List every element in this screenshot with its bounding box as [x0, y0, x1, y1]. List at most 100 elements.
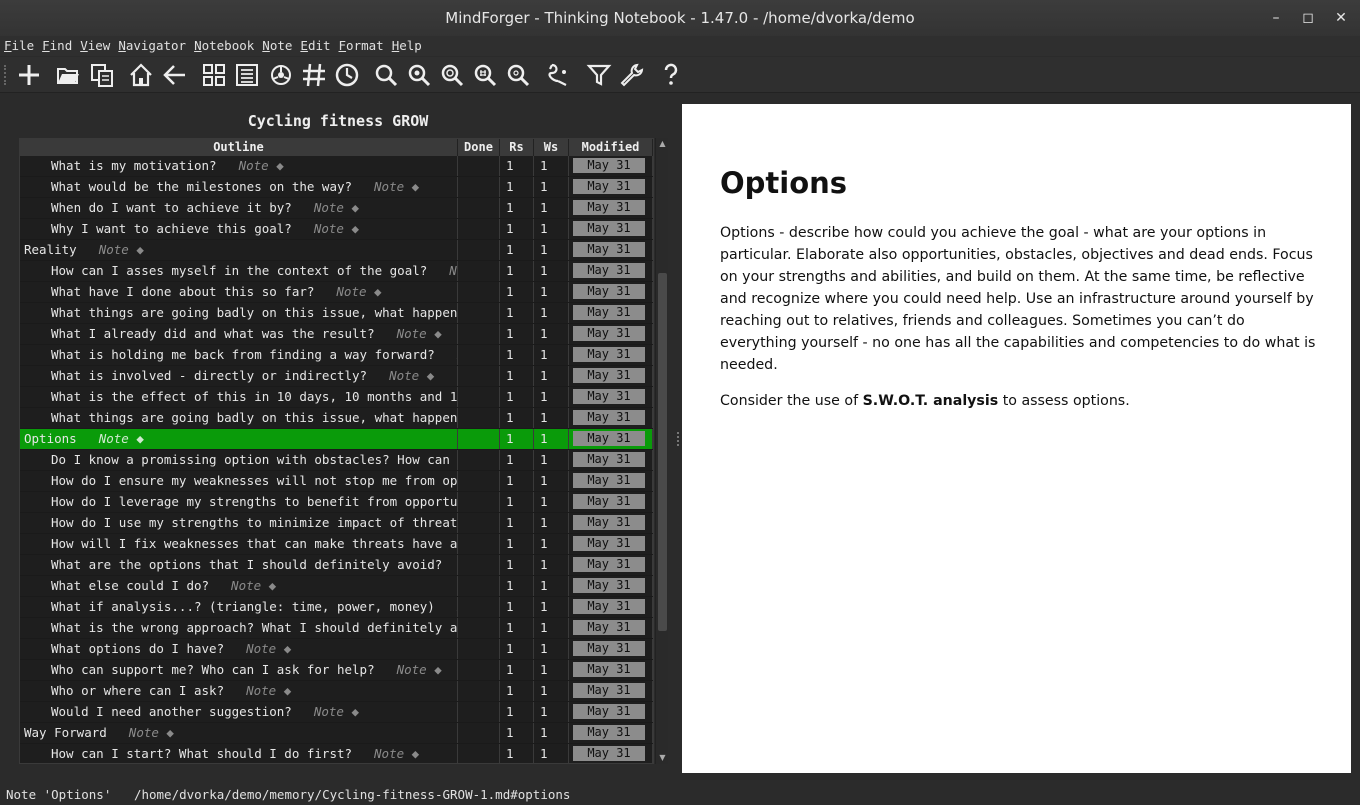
row-title-cell[interactable]: What else could I do? Note ◆: [20, 576, 458, 596]
open-folder-icon[interactable]: [54, 61, 82, 89]
menu-edit[interactable]: Edit: [296, 36, 334, 56]
menu-find[interactable]: Find: [38, 36, 76, 56]
table-row[interactable]: What is holding me back from finding a w…: [20, 345, 653, 366]
find-zoom-icon[interactable]: [405, 61, 433, 89]
menu-notebook[interactable]: Notebook: [190, 36, 258, 56]
table-row[interactable]: What things are going badly on this issu…: [20, 303, 653, 324]
network-icon[interactable]: [267, 61, 295, 89]
minimize-icon[interactable]: –: [1260, 0, 1292, 36]
close-icon[interactable]: ✕: [1325, 0, 1357, 36]
row-title-cell[interactable]: How do I ensure my weaknesses will not s…: [20, 471, 458, 491]
table-row[interactable]: Who or where can I ask? Note ◆ 1 1 May 31: [20, 681, 653, 702]
column-header-rs[interactable]: Rs: [500, 139, 534, 156]
menu-note[interactable]: Note: [258, 36, 296, 56]
table-row[interactable]: What is the wrong approach? What I shoul…: [20, 618, 653, 639]
find-icon[interactable]: [372, 61, 400, 89]
maximize-icon[interactable]: ◻: [1292, 0, 1324, 36]
row-title-cell[interactable]: What if analysis...? (triangle: time, po…: [20, 597, 458, 617]
row-title-cell[interactable]: Why I want to achieve this goal? Note ◆: [20, 219, 458, 239]
row-title-cell[interactable]: When do I want to achieve it by? Note ◆: [20, 198, 458, 218]
table-row[interactable]: What is involved - directly or indirectl…: [20, 366, 653, 387]
table-row[interactable]: Reality Note ◆ 1 1 May 31: [20, 240, 653, 261]
table-row[interactable]: What would be the milestones on the way?…: [20, 177, 653, 198]
home-icon[interactable]: [127, 61, 155, 89]
table-row[interactable]: How do I leverage my strengths to benefi…: [20, 492, 653, 513]
menu-view[interactable]: View: [76, 36, 114, 56]
column-header-done[interactable]: Done: [458, 139, 500, 156]
table-row[interactable]: What things are going badly on this issu…: [20, 408, 653, 429]
table-row[interactable]: How can I start? What should I do first?…: [20, 744, 653, 763]
row-title-cell[interactable]: What is my motivation? Note ◆: [20, 156, 458, 176]
grid-icon[interactable]: [200, 61, 228, 89]
row-title-cell[interactable]: Would I need another suggestion? Note ◆: [20, 702, 458, 722]
table-row[interactable]: Why I want to achieve this goal? Note ◆ 1 1…: [20, 219, 653, 240]
row-title-cell[interactable]: Who can support me? Who can I ask for he…: [20, 660, 458, 680]
row-title-cell[interactable]: What I already did and what was the resu…: [20, 324, 458, 344]
filter-icon[interactable]: [585, 61, 613, 89]
sync-icon[interactable]: [545, 61, 573, 89]
table-row[interactable]: What is the effect of this in 10 days, 1…: [20, 387, 653, 408]
row-title-cell[interactable]: How can I asses myself in the context of…: [20, 261, 458, 281]
back-icon[interactable]: [161, 61, 189, 89]
row-title-cell[interactable]: What is holding me back from finding a w…: [20, 345, 458, 365]
scrollbar-thumb[interactable]: [658, 273, 667, 631]
table-row[interactable]: Do I know a promissing option with obsta…: [20, 450, 653, 471]
row-title-cell[interactable]: How will I fix weaknesses that can make …: [20, 534, 458, 554]
row-title-cell[interactable]: Way Forward Note ◆: [20, 723, 458, 743]
pane-splitter[interactable]: [677, 432, 681, 446]
column-header-outline[interactable]: Outline: [20, 139, 458, 156]
table-row[interactable]: What else could I do? Note ◆ 1 1 May 31: [20, 576, 653, 597]
toolbar-grip[interactable]: [4, 65, 8, 85]
hashtag-icon[interactable]: [300, 61, 328, 89]
row-title-cell[interactable]: What things are going badly on this issu…: [20, 408, 458, 428]
table-row[interactable]: Options Note ◆ 1 1 May 31: [20, 429, 653, 450]
find-tag-icon[interactable]: [438, 61, 466, 89]
table-row[interactable]: Would I need another suggestion? Note ◆ 1 1…: [20, 702, 653, 723]
scroll-up-icon[interactable]: ▲: [656, 138, 669, 150]
table-row[interactable]: What are the options that I should defin…: [20, 555, 653, 576]
row-title-cell[interactable]: What are the options that I should defin…: [20, 555, 458, 575]
find-hash-icon[interactable]: [471, 61, 499, 89]
table-row[interactable]: What if analysis...? (triangle: time, po…: [20, 597, 653, 618]
table-row[interactable]: What have I done about this so far? Note …: [20, 282, 653, 303]
row-title-cell[interactable]: Do I know a promissing option with obsta…: [20, 450, 458, 470]
table-row[interactable]: Way Forward Note ◆ 1 1 May 31: [20, 723, 653, 744]
table-row[interactable]: What is my motivation? Note ◆ 1 1 May 31: [20, 156, 653, 177]
menu-format[interactable]: Format: [335, 36, 388, 56]
menu-navigator[interactable]: Navigator: [114, 36, 190, 56]
settings-icon[interactable]: [618, 61, 646, 89]
list-icon[interactable]: [233, 61, 261, 89]
row-title-cell[interactable]: What have I done about this so far? Note …: [20, 282, 458, 302]
row-title-cell[interactable]: What would be the milestones on the way?…: [20, 177, 458, 197]
menu-help[interactable]: Help: [388, 36, 426, 56]
table-row[interactable]: How can I asses myself in the context of…: [20, 261, 653, 282]
column-header-modified[interactable]: Modified: [569, 139, 653, 156]
row-title-cell[interactable]: Who or where can I ask? Note ◆: [20, 681, 458, 701]
outline-scrollbar[interactable]: ▲ ▼: [655, 138, 668, 764]
row-title-cell[interactable]: What is involved - directly or indirectl…: [20, 366, 458, 386]
row-title-cell[interactable]: Options Note ◆: [20, 429, 458, 449]
column-header-ws[interactable]: Ws: [534, 139, 569, 156]
row-title-cell[interactable]: How do I use my strengths to minimize im…: [20, 513, 458, 533]
table-row[interactable]: How do I use my strengths to minimize im…: [20, 513, 653, 534]
find-regex-icon[interactable]: [504, 61, 532, 89]
new-icon[interactable]: [15, 61, 43, 89]
row-title-cell[interactable]: What options do I have? Note ◆: [20, 639, 458, 659]
row-title-cell[interactable]: What is the wrong approach? What I shoul…: [20, 618, 458, 638]
row-title-cell[interactable]: Reality Note ◆: [20, 240, 458, 260]
help-icon[interactable]: [657, 61, 685, 89]
row-title-cell[interactable]: What is the effect of this in 10 days, 1…: [20, 387, 458, 407]
row-title-cell[interactable]: What things are going badly on this issu…: [20, 303, 458, 323]
menu-file[interactable]: File: [0, 36, 38, 56]
table-row[interactable]: How will I fix weaknesses that can make …: [20, 534, 653, 555]
table-row[interactable]: What options do I have? Note ◆ 1 1 May 31: [20, 639, 653, 660]
scroll-down-icon[interactable]: ▼: [656, 752, 669, 764]
clock-icon[interactable]: [333, 61, 361, 89]
copy-icon[interactable]: [88, 61, 116, 89]
table-row[interactable]: When do I want to achieve it by? Note ◆ 1 1…: [20, 198, 653, 219]
table-row[interactable]: How do I ensure my weaknesses will not s…: [20, 471, 653, 492]
row-title-cell[interactable]: How do I leverage my strengths to benefi…: [20, 492, 458, 512]
row-title-cell[interactable]: How can I start? What should I do first?…: [20, 744, 458, 763]
table-row[interactable]: Who can support me? Who can I ask for he…: [20, 660, 653, 681]
table-row[interactable]: What I already did and what was the resu…: [20, 324, 653, 345]
